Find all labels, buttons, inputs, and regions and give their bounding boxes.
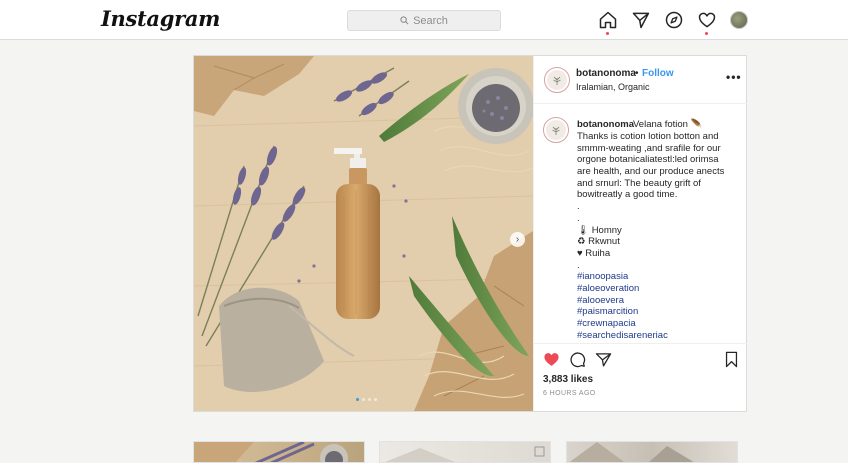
grid-thumbnail[interactable] [379, 441, 551, 463]
follow-separator: • [635, 68, 639, 79]
post-image[interactable]: › [194, 56, 533, 411]
post-card: › botanonoma • Follow Iralamian, Organic… [193, 55, 747, 412]
direct-icon[interactable] [631, 10, 651, 30]
comment-icon[interactable] [569, 351, 586, 368]
caption-username[interactable]: botanonoma [577, 119, 634, 130]
post-location[interactable]: Iralamian, Organic [576, 82, 650, 92]
caption-line: bowitreatly a good time. [577, 189, 678, 201]
search-input[interactable]: Search [347, 10, 501, 31]
caption-author-avatar[interactable] [543, 117, 569, 143]
author-username[interactable]: botanonoma [576, 68, 636, 79]
caption-line: are health, and our produce anects [577, 166, 725, 178]
grid-thumbnail[interactable] [566, 441, 738, 463]
caption-title: Velana fotion 🪶 [633, 119, 703, 130]
post-sidebar: botanonoma • Follow Iralamian, Organic •… [533, 56, 747, 411]
caption-line: . [577, 212, 580, 224]
hashtag-link[interactable]: #searchedisareneriac [577, 330, 737, 342]
product-photo-illustration [194, 56, 533, 411]
post-caption: botanonoma Velana fotion 🪶 Thanks is cot… [534, 104, 747, 343]
carousel-indicator [356, 398, 377, 401]
caption-line: Thanks is cotion lotion botton and [577, 131, 719, 142]
profile-avatar[interactable] [730, 11, 748, 29]
more-options-button[interactable]: ••• [726, 70, 742, 84]
caption-line: orgone botanicaliatestl:led orimsa [577, 154, 719, 166]
nav-icon-group [598, 10, 730, 35]
share-icon[interactable] [595, 351, 612, 368]
caption-line: smmm-weating ,and srafile for our [577, 142, 721, 154]
hashtag-link[interactable]: #aloeoveration [577, 283, 737, 295]
explore-icon[interactable] [664, 10, 684, 30]
like-heart-icon[interactable] [543, 351, 560, 368]
bookmark-icon[interactable] [723, 351, 740, 368]
carousel-dot [368, 398, 371, 401]
hashtag-link[interactable]: #alooevera [577, 295, 737, 307]
hashtag-link[interactable]: #ianoopasia [577, 271, 737, 283]
search-placeholder: Search [413, 14, 448, 27]
caption-text: Thanks is cotion lotion botton and smmm-w… [577, 131, 737, 341]
activity-heart-icon[interactable] [697, 10, 717, 35]
search-icon [400, 16, 409, 25]
follow-button[interactable]: Follow [642, 68, 674, 79]
instagram-logo[interactable]: Instagram [101, 6, 220, 31]
activity-notification-dot [705, 32, 708, 35]
caption-line: and srnurl: The beauty grift of [577, 177, 701, 189]
like-count[interactable]: 3,883 likes [543, 374, 593, 385]
home-icon[interactable] [598, 10, 618, 35]
carousel-next-button[interactable]: › [510, 232, 525, 247]
leaf-logo-icon [546, 120, 566, 140]
hashtag-link[interactable]: #crewnapacia [577, 318, 737, 330]
hashtag-link[interactable]: #paismarcition [577, 306, 737, 318]
top-navigation-bar: Instagram Search [0, 0, 848, 40]
post-header: botanonoma • Follow Iralamian, Organic •… [534, 56, 747, 104]
carousel-dot [356, 398, 359, 401]
caption-line: . [577, 259, 580, 271]
caption-line: 🌡 Homny [577, 224, 622, 236]
post-timestamp: 6 HOURS AGO [543, 390, 596, 397]
leaf-logo-icon [547, 70, 567, 90]
home-notification-dot [606, 32, 609, 35]
caption-line: . [577, 201, 580, 213]
caption-line: ♥ Ruiha [577, 247, 611, 259]
carousel-dot [362, 398, 365, 401]
grid-thumbnail[interactable] [193, 441, 365, 463]
carousel-dot [374, 398, 377, 401]
caption-line: ♻ Rkwnut [577, 236, 620, 248]
post-actions: 3,883 likes 6 HOURS AGO [534, 343, 747, 411]
author-avatar[interactable] [544, 67, 570, 93]
